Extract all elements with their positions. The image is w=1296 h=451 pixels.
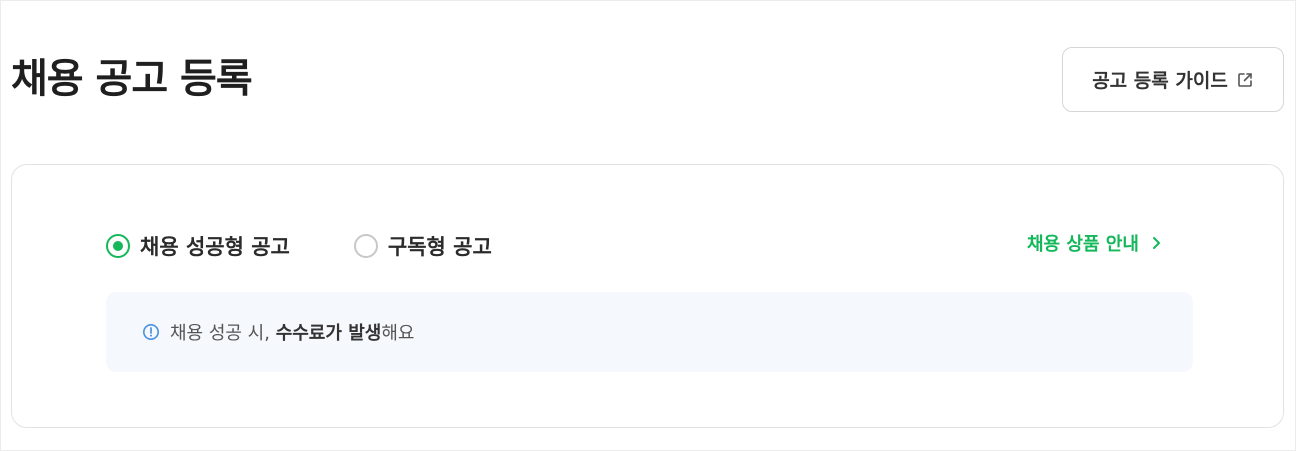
info-circle-icon — [142, 323, 160, 341]
chevron-right-icon — [1151, 231, 1161, 259]
fee-notice-prefix: 채용 성공 시, — [170, 323, 276, 344]
radio-label-subscription: 구독형 공고 — [387, 235, 492, 259]
posting-guide-button[interactable]: 공고 등록 가이드 — [1062, 47, 1284, 112]
radio-label-success-fee: 채용 성공형 공고 — [140, 235, 290, 259]
fee-notice-emphasis: 수수료가 발생 — [275, 323, 382, 344]
external-link-icon — [1236, 71, 1254, 89]
radio-option-subscription[interactable]: 구독형 공고 — [353, 231, 492, 261]
fee-notice-suffix: 해요 — [381, 323, 415, 344]
page-title: 채용 공고 등록 — [11, 56, 253, 102]
product-info-label: 채용 상품 안내 — [1027, 234, 1139, 255]
radio-success-fee[interactable] — [106, 234, 130, 258]
fee-notice: 채용 성공 시, 수수료가 발생해요 — [106, 292, 1193, 372]
job-posting-page: 채용 공고 등록 공고 등록 가이드 채용 성공형 공고 구독형 공고 채용 상… — [0, 0, 1296, 451]
posting-type-card: 채용 성공형 공고 구독형 공고 채용 상품 안내 채용 성공 시, 수수료가 … — [11, 164, 1284, 428]
product-info-link[interactable]: 채용 상품 안내 — [1027, 231, 1161, 259]
radio-option-success-fee[interactable]: 채용 성공형 공고 — [106, 231, 290, 261]
posting-guide-label: 공고 등록 가이드 — [1092, 70, 1228, 92]
radio-subscription[interactable] — [353, 234, 378, 258]
fee-notice-text: 채용 성공 시, 수수료가 발생해요 — [170, 319, 414, 345]
posting-type-radio-group: 채용 성공형 공고 구독형 공고 — [106, 231, 556, 261]
